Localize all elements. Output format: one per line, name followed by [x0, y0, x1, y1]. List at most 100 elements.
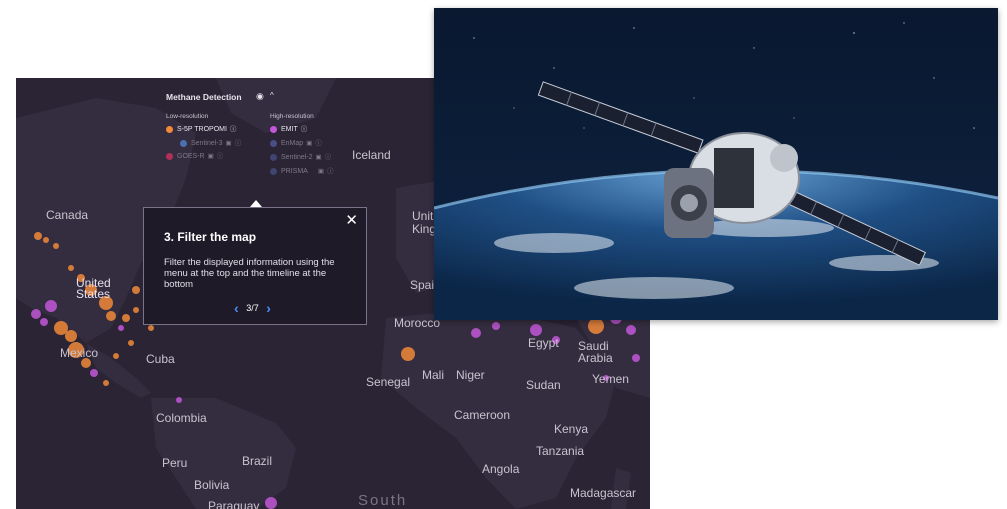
filter-item-emit[interactable]: EMIT ⓘ	[270, 123, 307, 133]
filter-item-s5p-tropomi[interactable]: S-5P TROPOMI ⓘ	[166, 123, 236, 133]
info-icon[interactable]: ⓘ	[235, 140, 242, 147]
label-mali: Mali	[422, 368, 445, 382]
label-colombia: Colombia	[156, 411, 207, 425]
info-icon[interactable]: ⓘ	[230, 126, 237, 133]
emission-dot[interactable]	[530, 324, 542, 336]
satellite-photo	[434, 8, 998, 320]
lock-icon: ▣	[306, 140, 313, 147]
close-icon[interactable]: ✕	[345, 211, 358, 229]
low-resolution-heading: Low-resolution	[166, 113, 209, 120]
tooltip-pointer	[250, 200, 262, 207]
emission-dot[interactable]	[40, 318, 48, 326]
emission-dot[interactable]	[176, 397, 182, 403]
tooltip-title: 3. Filter the map	[164, 230, 257, 244]
emission-dot[interactable]	[31, 309, 41, 319]
filter-item-prisma[interactable]: PRISMA ▣ ⓘ	[270, 165, 334, 175]
label-saudi-arabia: Saudi Arabia	[578, 339, 613, 365]
emission-dot[interactable]	[118, 325, 124, 331]
tooltip-pagination: ‹ 3/7 ›	[234, 300, 271, 316]
lock-icon: ▣	[315, 154, 322, 161]
filter-title: Methane Detection	[166, 92, 242, 102]
label-cameroon: Cameroon	[454, 408, 511, 422]
emission-dot[interactable]	[588, 318, 604, 334]
label-brazil: Brazil	[242, 454, 273, 468]
info-icon[interactable]: ⓘ	[327, 168, 334, 175]
chevron-up-icon[interactable]: ^	[270, 91, 274, 100]
blue-dot-icon	[180, 139, 187, 147]
label-sudan: Sudan	[526, 378, 561, 392]
emission-dot[interactable]	[133, 307, 139, 313]
lock-icon: ▣	[225, 140, 232, 147]
emission-dot[interactable]	[34, 232, 42, 240]
label-senegal: Senegal	[366, 375, 411, 389]
label-mexico: Mexico	[60, 346, 99, 360]
emission-dot[interactable]	[492, 322, 500, 330]
chevron-left-icon[interactable]: ‹	[234, 300, 239, 316]
info-icon[interactable]: ⓘ	[325, 154, 332, 161]
filter-item-label: Sentinel-2	[281, 154, 313, 161]
label-egypt: Egypt	[528, 336, 559, 350]
label-south: South	[358, 492, 408, 509]
navy-dot-icon	[270, 153, 277, 161]
emission-dot[interactable]	[106, 311, 116, 321]
high-resolution-heading: High-resolution	[270, 113, 314, 120]
label-niger: Niger	[456, 368, 485, 382]
emission-dot[interactable]	[65, 330, 77, 342]
purple-dot-icon	[270, 125, 277, 133]
emission-dot[interactable]	[113, 353, 119, 359]
filter-item-label: EnMap	[281, 140, 304, 147]
lock-icon: ▣	[207, 153, 214, 160]
emission-dot[interactable]	[90, 369, 98, 377]
label-bolivia: Bolivia	[194, 478, 230, 492]
emission-dot[interactable]	[401, 347, 415, 361]
red-dot-icon	[166, 152, 173, 160]
onboarding-tooltip: ✕ 3. Filter the map Filter the displayed…	[143, 200, 367, 325]
label-madagascar: Madagascar	[570, 486, 637, 500]
info-icon[interactable]: ⓘ	[217, 153, 224, 160]
emission-dot[interactable]	[45, 300, 57, 312]
filter-item-label: GOES-R	[177, 153, 205, 160]
navy-dot-icon	[270, 167, 277, 175]
filter-item-goes-r[interactable]: GOES-R ▣ ⓘ	[166, 150, 223, 160]
filter-item-label: Sentinel-3	[191, 140, 223, 147]
emission-dot[interactable]	[265, 497, 277, 509]
filter-item-label: PRISMA	[281, 168, 308, 175]
methane-detection-filter: Methane Detection ◉ ^ Low-resolution Hig…	[166, 91, 396, 192]
info-icon[interactable]: ⓘ	[301, 126, 308, 133]
emission-dot[interactable]	[68, 265, 74, 271]
emission-dot[interactable]	[122, 314, 130, 322]
label-angola: Angola	[482, 462, 520, 476]
filter-item-enmap[interactable]: EnMap ▣ ⓘ	[270, 137, 322, 147]
filter-item-sentinel-3[interactable]: Sentinel-3 ▣ ⓘ	[180, 137, 241, 147]
emission-dot[interactable]	[471, 328, 481, 338]
emission-dot[interactable]	[53, 243, 59, 249]
emission-dot[interactable]	[148, 325, 154, 331]
orange-dot-icon	[166, 125, 173, 133]
info-icon[interactable]: ⓘ	[315, 140, 322, 147]
label-canada: Canada	[46, 208, 89, 222]
label-tanzania: Tanzania	[536, 444, 585, 458]
label-paraguay: Paraguay	[208, 499, 260, 509]
navy-dot-icon	[270, 139, 277, 147]
step-counter: 3/7	[246, 303, 259, 313]
emission-dot[interactable]	[43, 237, 49, 243]
emission-dot[interactable]	[128, 340, 134, 346]
label-kenya: Kenya	[554, 422, 589, 436]
tooltip-body: Filter the displayed information using t…	[164, 257, 335, 290]
eye-icon[interactable]: ◉	[256, 91, 264, 102]
label-cuba: Cuba	[146, 352, 175, 366]
filter-item-sentinel-2[interactable]: Sentinel-2 ▣ ⓘ	[270, 151, 331, 161]
emission-dot[interactable]	[632, 354, 640, 362]
emission-dot[interactable]	[132, 286, 140, 294]
label-spain: Spai	[410, 278, 435, 292]
label-united-states: United States	[76, 276, 111, 301]
label-peru: Peru	[162, 456, 188, 470]
filter-item-label: EMIT	[281, 126, 298, 133]
label-yemen: Yemen	[592, 372, 629, 386]
chevron-right-icon[interactable]: ›	[266, 300, 271, 316]
emission-dot[interactable]	[103, 380, 109, 386]
emission-dot[interactable]	[626, 325, 636, 335]
lock-icon: ▣	[317, 168, 324, 175]
satellite-illustration	[434, 8, 998, 320]
filter-item-label: S-5P TROPOMI	[177, 126, 227, 133]
